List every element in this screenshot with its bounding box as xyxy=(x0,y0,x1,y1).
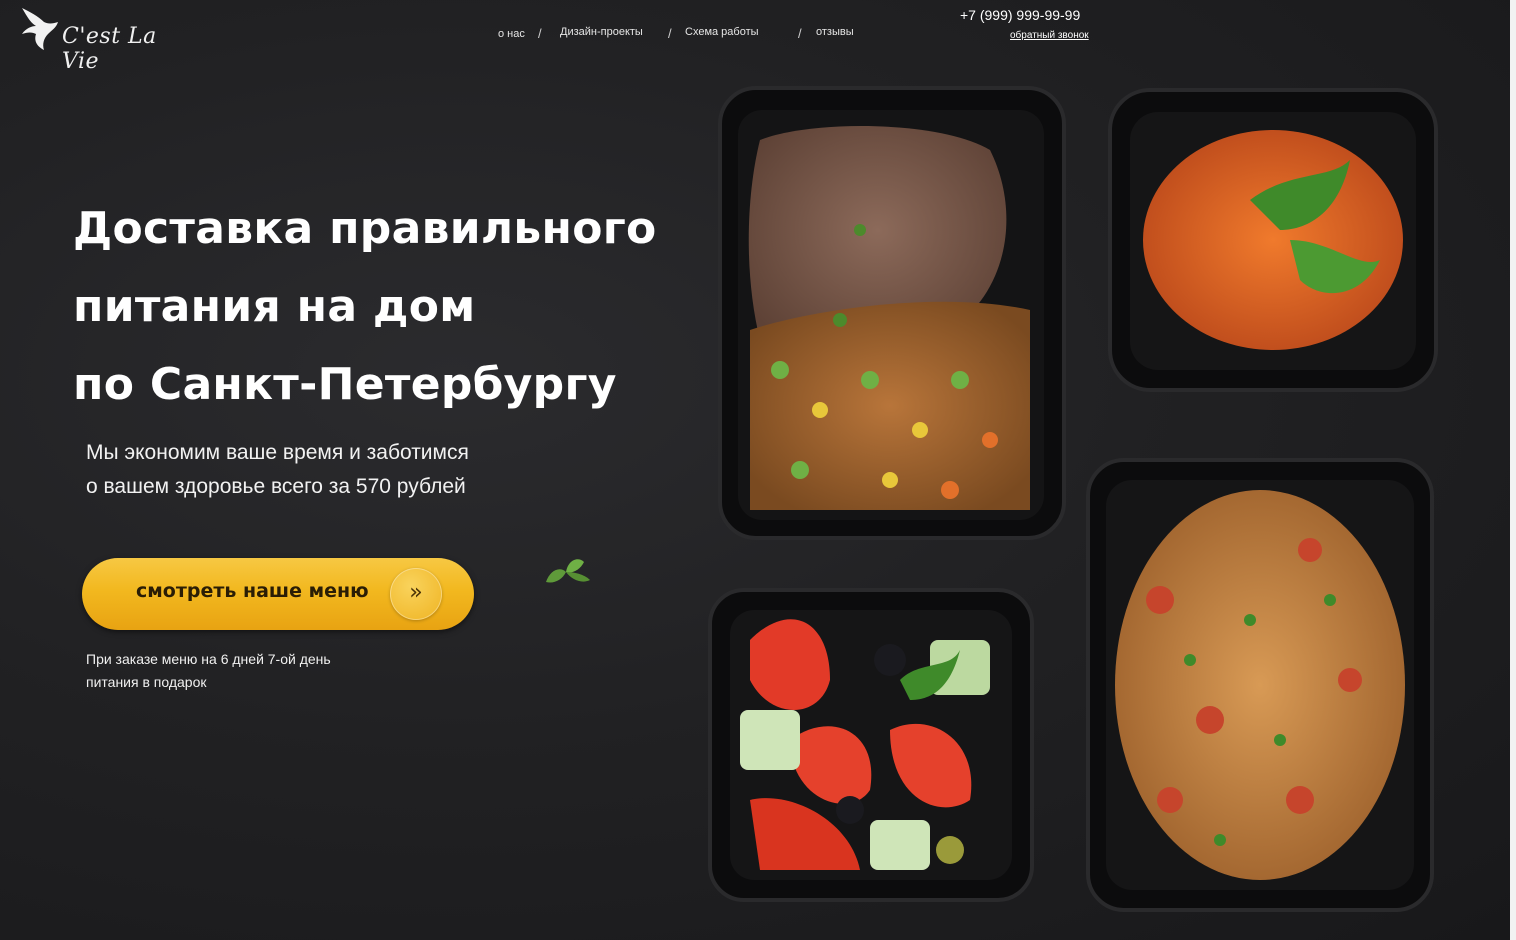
container-meat-grains xyxy=(718,86,1066,540)
nav-item-about[interactable]: о нас xyxy=(498,28,525,40)
nav-item-workflow[interactable]: Схема работы xyxy=(685,26,759,38)
logo-text: C'est La Vie xyxy=(62,24,157,74)
view-menu-button[interactable]: смотреть наше меню » xyxy=(82,558,474,630)
nav-item-reviews[interactable]: отзывы xyxy=(816,26,854,38)
hero-subtitle: Мы экономим ваше время и заботимся о ваш… xyxy=(86,436,546,504)
promo-line: При заказе меню на 6 дней 7-ой день xyxy=(86,651,331,667)
view-menu-button-label: смотреть наше меню xyxy=(136,580,369,602)
double-chevron-right-icon: » xyxy=(390,568,442,620)
hero-title: Доставка правильного питания на дом по С… xyxy=(73,190,693,424)
hero-title-line: питания на дом xyxy=(73,281,476,332)
phone-number[interactable]: +7 (999) 999-99-99 xyxy=(960,7,1080,23)
landing-page: C'est La Vie о нас / Дизайн-проекты / Сх… xyxy=(0,0,1516,940)
hero-subtitle-line: Мы экономим ваше время и заботимся xyxy=(86,441,469,464)
promo-line: питания в подарок xyxy=(86,674,207,690)
basil-leaf-icon xyxy=(546,559,590,583)
nav-separator: / xyxy=(668,26,672,41)
container-carrot-salad xyxy=(1108,88,1438,392)
brand-logo[interactable]: C'est La Vie xyxy=(18,4,168,74)
hero-title-line: Доставка правильного xyxy=(73,203,657,254)
hero-subtitle-line: о вашем здоровье всего за 570 рублей xyxy=(86,475,466,498)
hero-title-line: по Санкт-Петербургу xyxy=(73,359,617,410)
container-stewed-cabbage xyxy=(1086,458,1434,912)
nav-separator: / xyxy=(538,26,542,41)
promo-text: При заказе меню на 6 дней 7-ой день пита… xyxy=(86,648,386,694)
nav-separator: / xyxy=(798,26,802,41)
nav-item-design-projects[interactable]: Дизайн-проекты xyxy=(560,26,643,38)
dove-icon xyxy=(22,8,58,50)
container-vegetable-salad xyxy=(708,588,1034,902)
callback-link[interactable]: обратный звонок xyxy=(1010,30,1089,41)
food-photo xyxy=(708,86,1438,912)
